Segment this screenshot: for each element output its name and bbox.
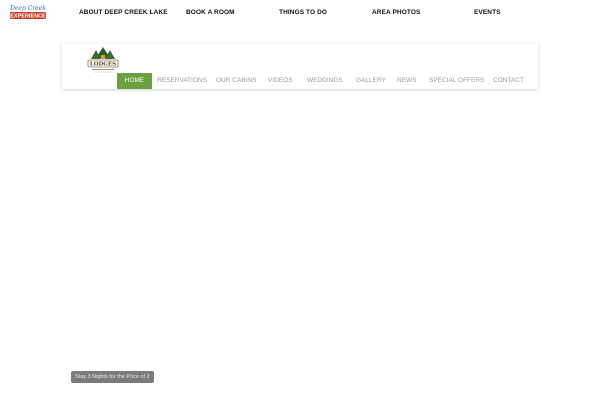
top-nav-about-deep-creek-lake[interactable]: ABOUT DEEP CREEK LAKE [79, 9, 168, 16]
top-nav-book-a-room[interactable]: BOOK A ROOM [186, 9, 235, 16]
main-nav-contact[interactable]: CONTACT [493, 73, 524, 89]
promo-badge[interactable]: Stay 3 Nights for the Price of 2 [71, 371, 154, 383]
main-nav-weddings[interactable]: WEDDINGS [307, 73, 343, 89]
main-nav-our-cabins[interactable]: OUR CABINS [216, 73, 256, 89]
top-nav-events[interactable]: EVENTS [474, 9, 501, 16]
main-nav-special-offers[interactable]: SPECIAL OFFERS [429, 73, 484, 89]
main-nav-videos[interactable]: VIDEOS [268, 73, 293, 89]
main-nav-news[interactable]: NEWS [397, 73, 417, 89]
main-nav-gallery[interactable]: GALLERY [356, 73, 386, 89]
top-navigation: ABOUT DEEP CREEK LAKE BOOK A ROOM THINGS… [0, 9, 600, 21]
main-nav-home[interactable]: HOME [117, 73, 152, 89]
main-nav-reservations[interactable]: RESERVATIONS [157, 73, 207, 89]
top-nav-things-to-do[interactable]: THINGS TO DO [279, 9, 327, 16]
lodge-logo-text: LODGES [90, 62, 116, 68]
top-nav-area-photos[interactable]: AREA PHOTOS [372, 9, 420, 16]
lodges-logo[interactable]: LODGES [84, 46, 122, 76]
lodge-header: LODGES HOME RESERVATIONS OUR CABINS VIDE… [62, 44, 538, 89]
top-bar: Deep Creek EXPERIENCE ABOUT DEEP CREEK L… [0, 0, 600, 26]
